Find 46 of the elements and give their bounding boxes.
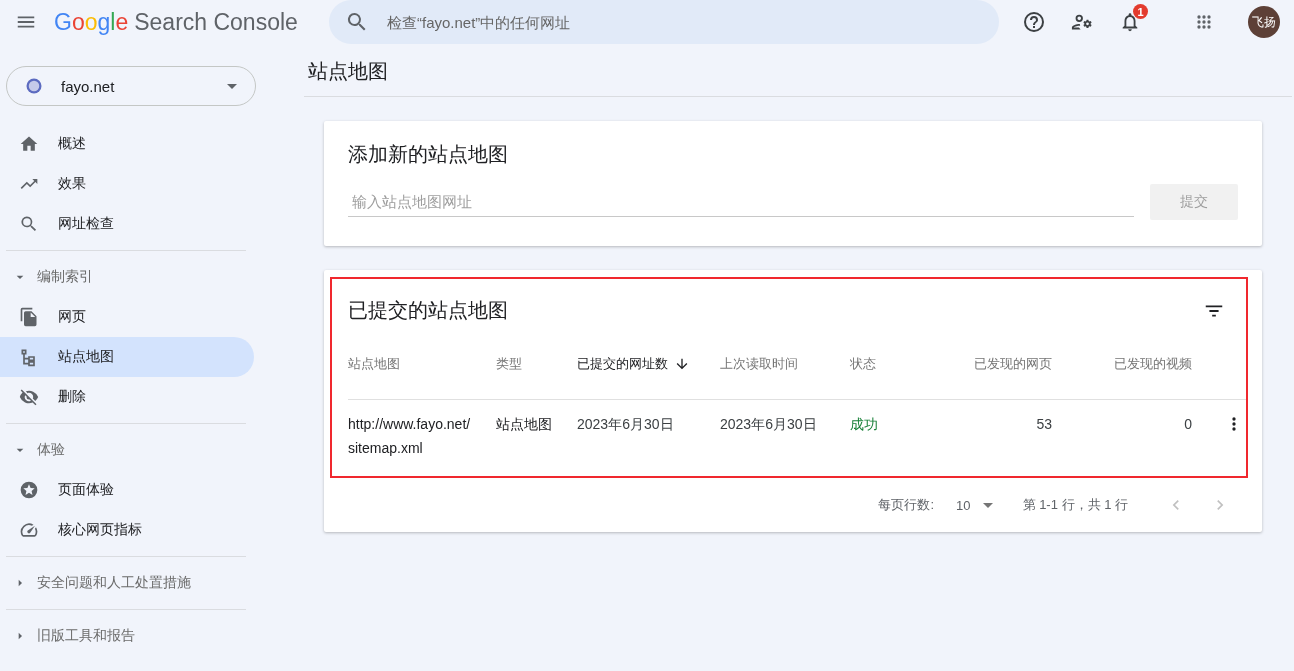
table-cell: 53 xyxy=(1036,416,1052,432)
app-logo[interactable]: Google Search Console xyxy=(54,8,329,36)
table-cell: 站点地图 xyxy=(496,416,552,432)
search-bar[interactable]: 检查“fayo.net”中的任何网址 xyxy=(329,0,999,44)
nav-section-header[interactable]: 编制索引 xyxy=(0,257,93,297)
nav-section-header[interactable]: 旧版工具和报告 xyxy=(0,616,135,656)
nav-item[interactable]: 核心网页指标 xyxy=(0,510,254,550)
avatar[interactable]: 飞扬 xyxy=(1248,6,1280,38)
home-icon xyxy=(19,134,39,154)
eye-off-icon xyxy=(19,387,39,407)
column-header: 已提交的网址数 xyxy=(577,354,668,373)
column-header: 站点地图 xyxy=(348,354,400,373)
nav-section-header[interactable]: 安全问题和人工处置措施 xyxy=(0,563,191,603)
column-header: 状态 xyxy=(850,354,876,373)
page-range: 第 1-1 行，共 1 行 xyxy=(1022,496,1128,514)
column-header: 类型 xyxy=(496,354,522,373)
notification-count: 1 xyxy=(1133,4,1148,19)
copy-icon xyxy=(19,307,39,327)
nav-item[interactable]: 删除 xyxy=(0,377,254,417)
table-cell: 2023年6月30日 xyxy=(577,416,674,432)
table-cell: 0 xyxy=(1184,416,1192,432)
search-field[interactable]: 检查“fayo.net”中的任何网址 xyxy=(385,12,983,32)
nav-item[interactable]: 概述 xyxy=(0,124,254,164)
nav-item[interactable]: 网页 xyxy=(0,297,254,337)
dropdown-caret-icon xyxy=(982,502,993,508)
table-cell: http://www.fayo.net/sitemap.xml xyxy=(348,416,471,456)
column-header: 上次读取时间 xyxy=(720,354,798,373)
column-header: 已发现的网页 xyxy=(974,354,1052,373)
dropdown-caret-icon xyxy=(227,83,237,89)
card-title: 已提交的站点地图 xyxy=(348,299,508,321)
column-header: 已发现的视频 xyxy=(1114,354,1192,373)
help-icon[interactable] xyxy=(1022,10,1046,34)
nav-item[interactable]: 网址检查 xyxy=(0,204,254,244)
rows-per-page-select[interactable]: 10 xyxy=(956,497,993,513)
table-cell: 成功 xyxy=(850,416,878,432)
nav-item[interactable]: 页面体验 xyxy=(0,470,254,510)
nav-section-header[interactable]: 体验 xyxy=(0,430,65,470)
nav-item[interactable]: 效果 xyxy=(0,164,254,204)
search-icon xyxy=(19,214,39,234)
table-cell: 2023年6月30日 xyxy=(720,416,817,432)
nav-item[interactable]: 站点地图 xyxy=(0,337,254,377)
rows-per-page-label: 每页行数: xyxy=(878,496,935,514)
card-title: 添加新的站点地图 xyxy=(348,143,508,165)
globe-icon xyxy=(25,77,43,95)
gauge-icon xyxy=(19,520,39,540)
page-title: 站点地图 xyxy=(308,59,388,84)
